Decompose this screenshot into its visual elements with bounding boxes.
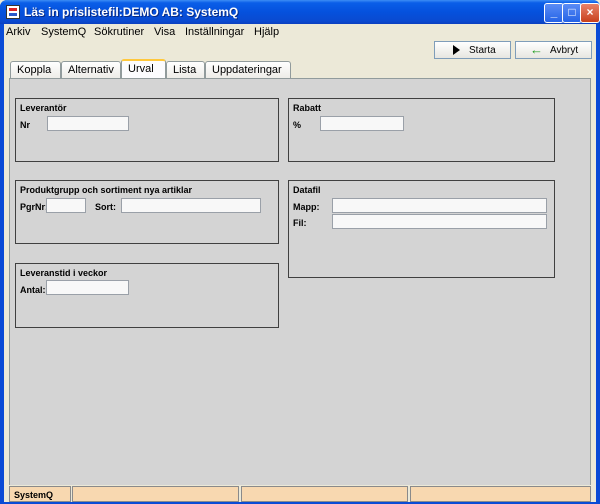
leverantor-nr-field[interactable] <box>47 116 129 131</box>
tab-uppdateringar[interactable]: Uppdateringar <box>205 61 291 79</box>
fil-field[interactable] <box>332 214 547 229</box>
rabatt-pct-label: % <box>293 120 302 130</box>
menu-hjalp[interactable]: Hjälp <box>254 26 279 38</box>
menu-sokrutiner[interactable]: Sökrutiner <box>94 26 144 38</box>
tab-urval[interactable]: Urval <box>121 59 166 80</box>
cancel-button[interactable]: ← Avbryt <box>515 41 592 59</box>
menu-installningar[interactable]: Inställningar <box>185 26 244 38</box>
minimize-button[interactable]: _ <box>544 3 564 23</box>
mapp-field[interactable] <box>332 198 547 213</box>
rabatt-title: Rabatt <box>293 103 322 113</box>
tab-lista[interactable]: Lista <box>166 61 205 79</box>
mapp-label: Mapp: <box>293 202 320 212</box>
sort-label: Sort: <box>95 202 116 212</box>
tab-alternativ[interactable]: Alternativ <box>61 61 121 79</box>
maximize-button[interactable]: □ <box>562 3 582 23</box>
leveranstid-group: Leveranstid i veckor Antal: <box>15 263 279 328</box>
window-frame-right <box>596 24 600 504</box>
leverantor-title: Leverantör <box>20 103 67 113</box>
menu-visa[interactable]: Visa <box>154 26 175 38</box>
leveranstid-title: Leveranstid i veckor <box>20 268 108 278</box>
fil-label: Fil: <box>293 218 307 228</box>
rabatt-pct-field[interactable] <box>320 116 404 131</box>
pgrnr-label: PgrNr: <box>20 202 49 212</box>
antal-label: Antal: <box>20 285 46 295</box>
app-icon[interactable] <box>6 5 20 19</box>
rabatt-group: Rabatt % <box>288 98 555 162</box>
antal-field[interactable] <box>46 280 129 295</box>
menu-bar: Arkiv SystemQ Sökrutiner Visa Inställnin… <box>4 24 596 41</box>
status-cell <box>241 486 408 502</box>
sort-field[interactable] <box>121 198 261 213</box>
datafil-title: Datafil <box>293 185 321 195</box>
produktgrupp-group: Produktgrupp och sortiment nya artiklar … <box>15 180 279 244</box>
window-client: Arkiv SystemQ Sökrutiner Visa Inställnin… <box>4 24 596 502</box>
status-cell <box>72 486 239 502</box>
pgrnr-field[interactable] <box>46 198 86 213</box>
start-button[interactable]: Starta <box>434 41 511 59</box>
app-window: Läs in prislistefil:DEMO AB: SystemQ _ □… <box>0 0 600 504</box>
play-icon <box>453 45 460 55</box>
leverantor-group: Leverantör Nr <box>15 98 279 162</box>
status-app-cell: SystemQ <box>9 486 71 502</box>
datafil-group: Datafil Mapp: Fil: <box>288 180 555 278</box>
menu-systemq[interactable]: SystemQ <box>41 26 86 38</box>
urval-panel: Leverantör Nr Rabatt % Produktgrupp och … <box>9 78 591 499</box>
back-arrow-icon: ← <box>530 42 543 57</box>
produktgrupp-title: Produktgrupp och sortiment nya artiklar <box>20 185 193 195</box>
menu-arkiv[interactable]: Arkiv <box>6 26 30 38</box>
close-button[interactable]: × <box>580 3 600 23</box>
status-cell <box>410 486 591 502</box>
title-bar[interactable]: Läs in prislistefil:DEMO AB: SystemQ _ □… <box>0 0 600 24</box>
status-bar: SystemQ <box>9 485 591 502</box>
cancel-button-label: Avbryt <box>550 45 579 56</box>
window-title: Läs in prislistefil:DEMO AB: SystemQ <box>24 5 239 19</box>
tab-koppla[interactable]: Koppla <box>10 61 61 79</box>
leverantor-nr-label: Nr <box>20 120 31 130</box>
start-button-label: Starta <box>469 45 496 56</box>
